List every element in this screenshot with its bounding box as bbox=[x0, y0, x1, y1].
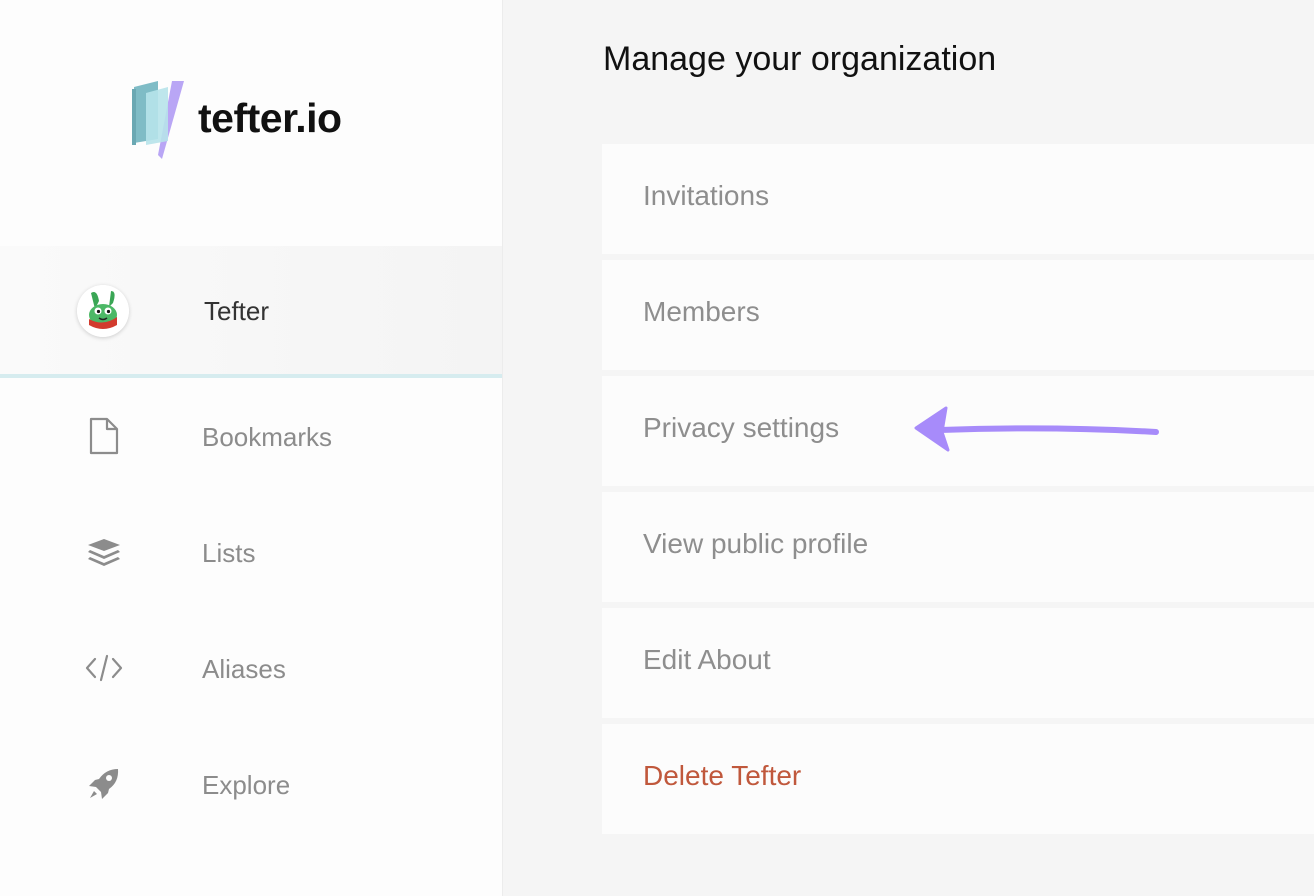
sidebar-item-bookmarks[interactable]: Bookmarks bbox=[0, 378, 502, 494]
view-public-profile-option[interactable]: View public profile bbox=[602, 492, 1314, 602]
sidebar-item-label: Lists bbox=[202, 538, 256, 568]
option-label: Edit About bbox=[643, 644, 771, 675]
members-option[interactable]: Members bbox=[602, 260, 1314, 370]
logo-wordmark: tefter.io bbox=[198, 94, 342, 141]
frog-mascot-avatar bbox=[77, 285, 129, 337]
option-label: Invitations bbox=[643, 180, 770, 211]
organization-name: Tefter bbox=[204, 296, 270, 326]
option-label: Privacy settings bbox=[643, 412, 840, 443]
invitations-option[interactable]: Invitations bbox=[602, 144, 1314, 254]
logo[interactable]: tefter.io bbox=[128, 80, 342, 160]
sidebar: tefter.io Tefter Bookmarks Lists Aliases… bbox=[0, 0, 503, 896]
option-label: Members bbox=[643, 296, 760, 327]
option-label: Delete Tefter bbox=[643, 760, 802, 791]
tefter-logo-icon bbox=[132, 81, 184, 159]
sidebar-item-label: Aliases bbox=[202, 654, 286, 684]
sidebar-item-explore[interactable]: Explore bbox=[0, 726, 502, 842]
rocket-icon bbox=[84, 764, 124, 804]
sidebar-item-label: Bookmarks bbox=[202, 422, 333, 452]
page-title: Manage your organization bbox=[603, 40, 997, 78]
edit-about-option[interactable]: Edit About bbox=[602, 608, 1314, 718]
sidebar-item-organization[interactable]: Tefter bbox=[0, 246, 502, 378]
delete-organization-option[interactable]: Delete Tefter bbox=[602, 724, 1314, 834]
annotation-arrow-icon bbox=[914, 406, 1159, 452]
sidebar-item-aliases[interactable]: Aliases bbox=[0, 610, 502, 726]
avatar bbox=[77, 285, 129, 337]
layers-icon bbox=[84, 532, 124, 572]
document-icon bbox=[84, 416, 124, 456]
option-label: View public profile bbox=[643, 528, 869, 559]
sidebar-item-label: Explore bbox=[202, 770, 291, 800]
sidebar-item-lists[interactable]: Lists bbox=[0, 494, 502, 610]
code-icon bbox=[84, 648, 124, 688]
